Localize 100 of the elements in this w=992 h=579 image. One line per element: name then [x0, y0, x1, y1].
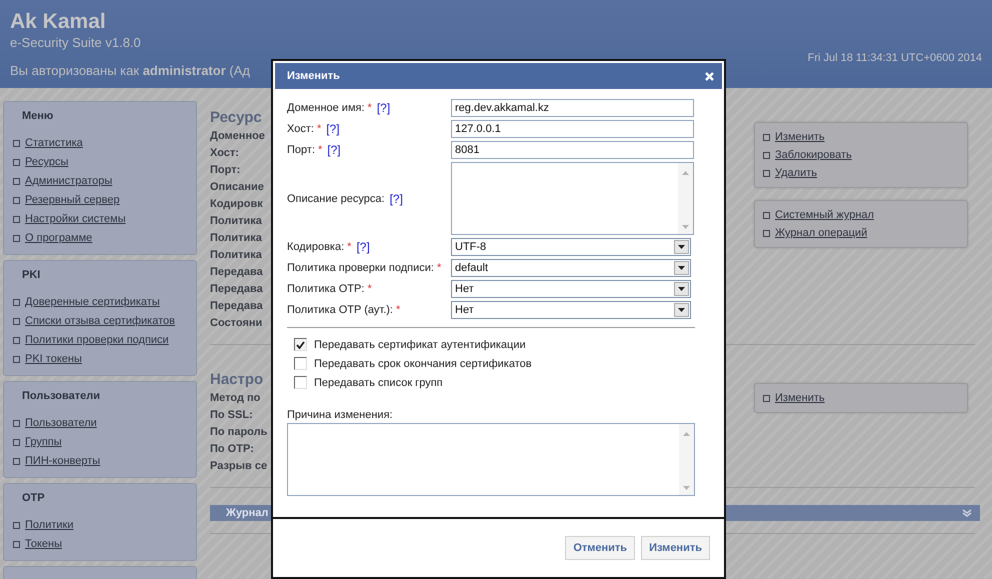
required-mark: *	[368, 102, 372, 114]
field-label: Политика	[210, 214, 263, 229]
required-mark: *	[436, 262, 442, 274]
bullet-icon	[13, 318, 20, 325]
sidebar-link[interactable]: PKI токены	[25, 352, 82, 367]
text-field[interactable]: 127.0.0.1	[451, 120, 694, 138]
sidebar-link[interactable]: Политики	[25, 518, 74, 533]
help-link[interactable]: [?]	[327, 143, 341, 157]
bullet-icon	[13, 216, 20, 223]
sidebar-link[interactable]: Доверенные сертификаты	[25, 295, 160, 310]
sidebar-link[interactable]: Статистика	[25, 136, 83, 151]
select-field[interactable]: default	[451, 259, 691, 277]
close-button[interactable]	[705, 72, 714, 80]
field-label: Кодировк	[210, 197, 264, 212]
bullet-icon	[763, 134, 770, 141]
field-label: По OTP:	[210, 442, 255, 457]
bullet-icon	[13, 197, 20, 204]
login-status: Вы авторизованы как administrator (Ад	[10, 63, 250, 78]
bullet-icon	[763, 152, 770, 159]
check-icon	[296, 340, 305, 348]
sidebar-link[interactable]: Резервный сервер	[25, 193, 120, 208]
scrollbar[interactable]	[679, 424, 694, 495]
select-field[interactable]: Нет	[451, 301, 691, 319]
checkbox[interactable]	[294, 338, 307, 351]
select-field[interactable]: UTF-8	[451, 238, 691, 256]
panel-title: Меню	[22, 110, 54, 122]
text-field[interactable]: 8081	[451, 141, 694, 159]
sidebar-link[interactable]: ПИН-конверты	[25, 454, 100, 469]
bullet-icon	[763, 395, 770, 402]
help-link[interactable]: [?]	[326, 122, 340, 136]
scroll-up-icon	[682, 171, 689, 175]
required-mark: *	[318, 144, 322, 156]
field-label: Передава	[210, 282, 264, 297]
action-link[interactable]: Системный журнал	[775, 208, 874, 223]
panel-title: PKI	[22, 269, 42, 281]
checkbox-label: Передавать список групп	[314, 376, 443, 388]
field-label: Состояни	[210, 316, 264, 331]
sidebar-link[interactable]: Администраторы	[25, 174, 112, 189]
bullet-icon	[13, 337, 20, 344]
dialog-button[interactable]: Отменить	[565, 536, 636, 560]
bullet-icon	[13, 178, 20, 185]
sidebar-link[interactable]: Настройки системы	[25, 212, 126, 227]
journal-title: Журнал	[226, 507, 268, 519]
help-link[interactable]: [?]	[356, 240, 370, 254]
bullet-icon	[13, 140, 20, 147]
sidebar-link[interactable]: Токены	[25, 537, 62, 552]
sidebar-link[interactable]: Пользователи	[25, 416, 97, 431]
required-mark: *	[396, 304, 400, 316]
bullet-icon	[763, 170, 770, 177]
scroll-up-icon	[683, 432, 690, 436]
checkbox-label: Передавать сертификат аутентификации	[314, 338, 526, 350]
bullet-icon	[13, 299, 20, 306]
field-label: Причина изменения:	[287, 409, 394, 421]
required-mark: *	[316, 123, 322, 135]
text-field[interactable]: reg.dev.akkamal.kz	[451, 99, 694, 117]
select-field[interactable]: Нет	[451, 280, 691, 298]
field-label: Передава	[210, 265, 264, 280]
app-title: Ak Kamal	[10, 9, 107, 35]
help-link[interactable]: [?]	[376, 101, 390, 115]
field-label: Политика	[210, 231, 263, 246]
scroll-down-icon	[683, 486, 690, 490]
sidebar-link[interactable]: Политики проверки подписи	[25, 333, 169, 348]
sidebar-link[interactable]: Списки отзыва сертификатов	[25, 314, 175, 329]
sidebar-link[interactable]: О программе	[25, 231, 92, 246]
bullet-icon	[13, 541, 20, 548]
bullet-icon	[763, 230, 770, 237]
scroll-down-icon	[682, 225, 689, 229]
bullet-icon	[13, 458, 20, 465]
bullet-icon	[13, 235, 20, 242]
field-label: Порт:	[287, 144, 315, 156]
field-label: Метод по	[210, 391, 262, 406]
description-field[interactable]	[451, 162, 694, 235]
field-label: Разрыв се	[210, 459, 268, 474]
action-link[interactable]: Журнал операций	[775, 226, 868, 241]
sidebar-link[interactable]: Группы	[25, 435, 62, 450]
checkbox[interactable]	[294, 376, 307, 389]
required-mark: *	[367, 283, 372, 295]
field-label: Хост:	[287, 123, 314, 135]
field-label: Доменное имя:	[287, 102, 365, 114]
required-mark: *	[347, 241, 352, 253]
scrollbar[interactable]	[678, 163, 693, 234]
action-link[interactable]: Заблокировать	[775, 148, 852, 163]
sidebar-link[interactable]: Ресурсы	[25, 155, 68, 170]
panel-title: Пользователи	[22, 390, 102, 402]
reason-field[interactable]	[287, 423, 695, 496]
dropdown-arrow-icon	[678, 308, 685, 312]
action-link[interactable]: Удалить	[775, 166, 817, 181]
checkbox[interactable]	[294, 357, 307, 370]
checkbox-label: Передавать срок окончания сертификатов	[314, 358, 532, 370]
close-icon	[705, 72, 714, 80]
field-label: Описание	[210, 180, 265, 195]
field-label: По SSL:	[210, 408, 254, 423]
action-link[interactable]: Изменить	[775, 391, 825, 406]
field-label: Доменное	[210, 129, 265, 144]
dialog-title: Изменить	[287, 70, 340, 82]
dialog-button[interactable]: Изменить	[641, 536, 710, 560]
field-label: Порт:	[210, 163, 242, 178]
section-heading: Настро	[210, 370, 264, 390]
action-link[interactable]: Изменить	[775, 130, 825, 145]
help-link[interactable]: [?]	[390, 192, 403, 206]
